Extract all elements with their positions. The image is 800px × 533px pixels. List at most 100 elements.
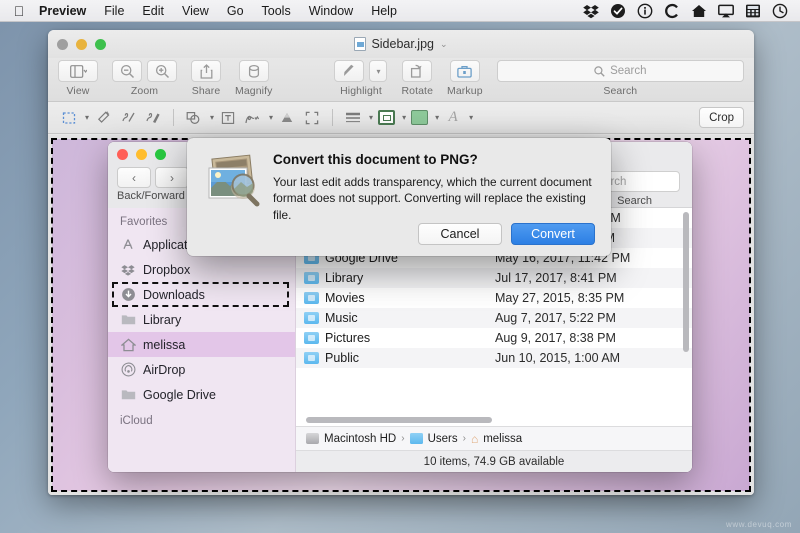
airplay-icon[interactable] (718, 3, 734, 19)
highlight-button[interactable] (334, 60, 365, 82)
close-button[interactable] (117, 149, 128, 160)
chevron-down-icon[interactable]: ▾ (402, 113, 406, 122)
rotate-button[interactable] (402, 60, 433, 82)
chevron-down-icon[interactable]: ⌄ (440, 39, 448, 50)
convert-button[interactable]: Convert (511, 222, 595, 245)
menu-item-help[interactable]: Help (362, 0, 406, 22)
folder-icon (120, 387, 136, 403)
rotate-label: Rotate (401, 85, 434, 97)
breadcrumb-item-macintosh-hd[interactable]: Macintosh HD (324, 433, 396, 445)
sketch-icon (121, 112, 135, 122)
font-button[interactable]: A (442, 107, 464, 129)
file-name: Library (325, 271, 364, 285)
fill-color-button[interactable] (409, 107, 430, 129)
dropbox-icon (120, 262, 136, 278)
preview-document-title: Sidebar.jpg ⌄ (48, 30, 754, 58)
dialog-title: Convert this document to PNG? (273, 152, 478, 167)
menu-item-window[interactable]: Window (300, 0, 362, 22)
document-icon (354, 37, 367, 51)
chevron-down-icon[interactable]: ▾ (469, 113, 473, 122)
view-button[interactable] (58, 60, 98, 82)
sidebar-item-downloads[interactable]: Downloads (112, 282, 289, 307)
vertical-scrollbar[interactable] (683, 212, 689, 352)
time-machine-icon[interactable] (772, 3, 788, 19)
table-row[interactable]: Movies May 27, 2015, 8:35 PM (296, 288, 692, 308)
markup-button[interactable] (449, 60, 480, 82)
zoom-in-button[interactable] (147, 60, 177, 82)
checkmark-circle-icon[interactable] (610, 3, 626, 19)
preview-title-bar[interactable]: Sidebar.jpg ⌄ (48, 30, 754, 58)
info-circle-icon[interactable] (637, 3, 653, 19)
sidebar-item-label: Library (143, 312, 182, 327)
file-name: Pictures (325, 331, 371, 345)
magnify-button[interactable] (238, 60, 269, 82)
chevron-down-icon[interactable]: ▾ (435, 113, 439, 122)
shape-style-icon (346, 112, 361, 122)
rect-selection-icon (62, 111, 76, 124)
close-button[interactable] (57, 38, 68, 50)
maximize-button[interactable] (155, 149, 166, 160)
menu-item-tools[interactable]: Tools (253, 0, 300, 22)
minimize-button[interactable] (76, 38, 87, 50)
sidebar-item-dropbox[interactable]: Dropbox (108, 257, 295, 282)
signature-button[interactable] (242, 107, 264, 129)
border-color-icon (378, 110, 396, 125)
chevron-down-icon[interactable]: ▾ (369, 113, 373, 122)
file-date: Jun 10, 2015, 1:00 AM (495, 351, 621, 365)
downloads-icon (120, 287, 136, 303)
sidebar-item-label: melissa (143, 337, 186, 352)
chevron-down-icon[interactable]: ▾ (269, 113, 273, 122)
border-color-button[interactable] (376, 107, 397, 129)
highlight-options-button[interactable]: ▾ (369, 60, 388, 82)
home-icon[interactable] (691, 3, 707, 19)
toolbar-divider (332, 109, 334, 126)
horizontal-scrollbar[interactable] (306, 417, 492, 423)
calculator-icon[interactable] (745, 3, 761, 19)
search-input[interactable]: Search (496, 60, 744, 82)
menu-item-go[interactable]: Go (218, 0, 253, 22)
cancel-button[interactable]: Cancel (418, 222, 502, 245)
shapes-button[interactable] (183, 107, 205, 129)
chevron-down-icon[interactable]: ▾ (210, 113, 214, 122)
instant-alpha-button[interactable] (92, 107, 114, 129)
signature-icon (245, 115, 260, 123)
share-button[interactable] (191, 60, 221, 82)
sketch-button[interactable] (117, 107, 139, 129)
draw-button[interactable] (142, 107, 164, 129)
forward-button[interactable]: › (155, 167, 189, 188)
crop-button[interactable]: Crop (699, 107, 744, 128)
table-row[interactable]: Pictures Aug 9, 2017, 8:38 PM (296, 328, 692, 348)
file-date: Aug 9, 2017, 8:38 PM (495, 331, 616, 345)
adjust-size-button[interactable] (301, 107, 323, 129)
adjust-color-icon (281, 112, 293, 122)
breadcrumb-item-melissa[interactable]: melissa (483, 433, 522, 445)
text-button[interactable] (217, 107, 239, 129)
file-name: Public (325, 351, 360, 365)
table-row[interactable]: Library Jul 17, 2017, 8:41 PM (296, 268, 692, 288)
breadcrumb-item-users[interactable]: Users (428, 433, 458, 445)
table-row[interactable]: Music Aug 7, 2017, 5:22 PM (296, 308, 692, 328)
adjust-color-button[interactable] (276, 107, 298, 129)
sidebar-item-melissa[interactable]: melissa (108, 332, 295, 357)
airdrop-icon (120, 362, 136, 378)
shape-style-button[interactable] (342, 107, 364, 129)
menu-item-view[interactable]: View (173, 0, 218, 22)
shapes-icon (186, 111, 200, 124)
file-date: May 27, 2015, 8:35 PM (495, 291, 625, 305)
table-row[interactable]: Public Jun 10, 2015, 1:00 AM (296, 348, 692, 368)
c-letter-icon[interactable] (664, 3, 680, 19)
rect-selection-button[interactable] (58, 107, 80, 129)
dropbox-icon[interactable] (583, 3, 599, 19)
back-button[interactable]: ‹ (117, 167, 151, 188)
menu-item-edit[interactable]: Edit (133, 0, 173, 22)
apple-menu-icon[interactable]:  (8, 4, 30, 18)
minimize-button[interactable] (136, 149, 147, 160)
sidebar-item-google-drive[interactable]: Google Drive (108, 382, 295, 407)
maximize-button[interactable] (95, 38, 106, 50)
zoom-out-button[interactable] (112, 60, 142, 82)
menu-item-file[interactable]: File (95, 0, 133, 22)
sidebar-item-library[interactable]: Library (108, 307, 295, 332)
sidebar-item-airdrop[interactable]: AirDrop (108, 357, 295, 382)
menu-item-preview[interactable]: Preview (30, 0, 95, 22)
chevron-down-icon[interactable]: ▾ (85, 113, 89, 122)
